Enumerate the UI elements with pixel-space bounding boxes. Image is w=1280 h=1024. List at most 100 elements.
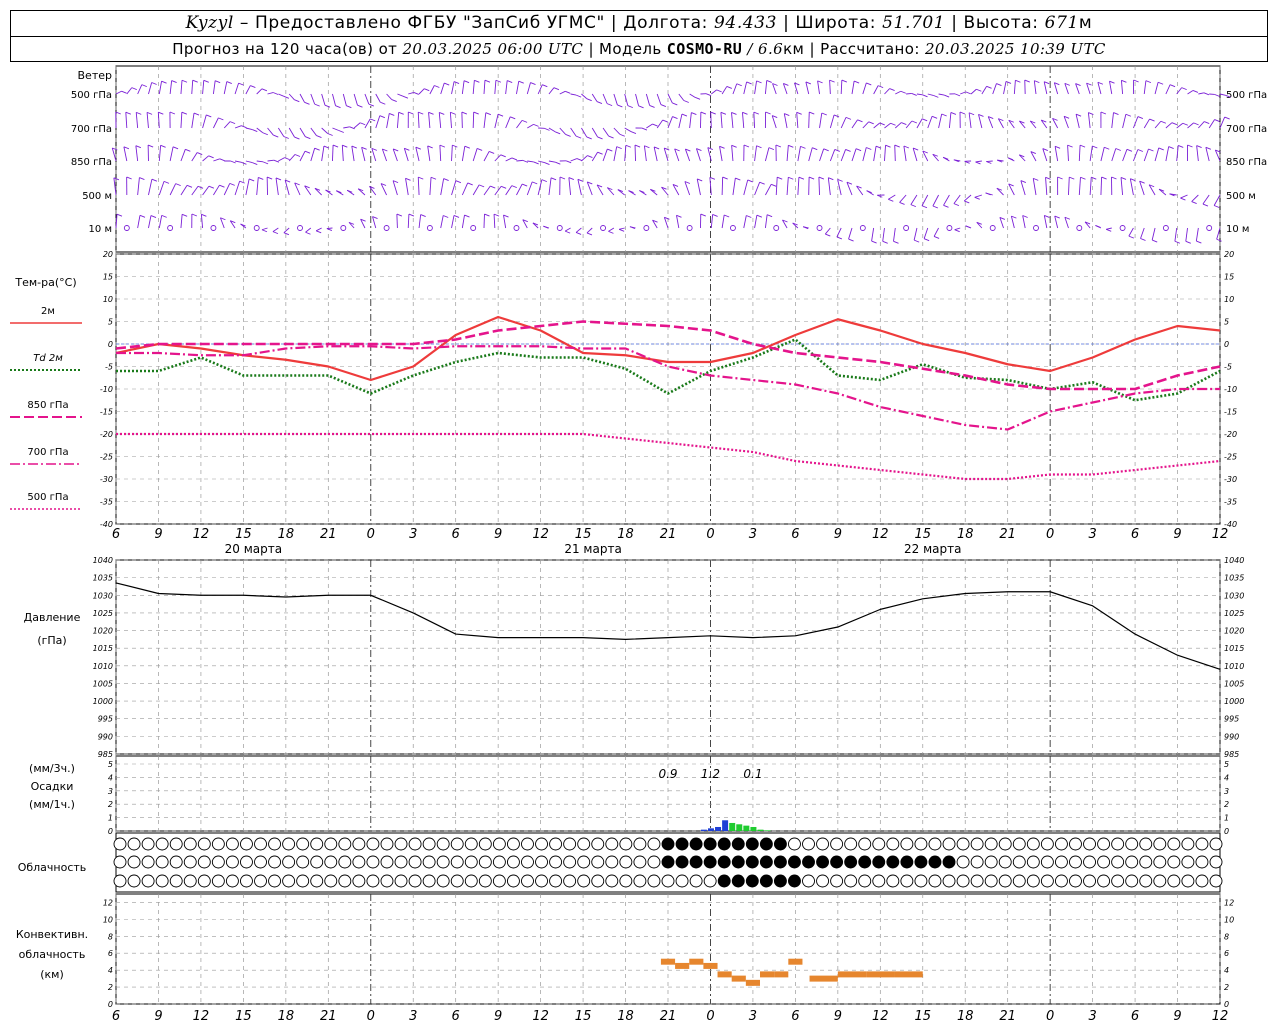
- cloud-cover-circle: [324, 874, 338, 888]
- precip-y-tick-left: 0: [108, 827, 113, 836]
- wind-barb-flag: [894, 144, 900, 148]
- wind-barb: [245, 85, 251, 95]
- wind-barb-flag: [976, 88, 982, 92]
- wind-barb: [483, 185, 491, 196]
- wind-barb: [884, 88, 890, 95]
- cloud-cover-circle: [506, 837, 520, 851]
- wind-barb-flag: [941, 113, 947, 117]
- wind-barb: [829, 114, 835, 129]
- wind-barb-flag: [586, 98, 592, 102]
- conv-y-tick-right: 0: [1224, 1000, 1229, 1009]
- precip-bar: [715, 826, 722, 831]
- wind-barb: [1042, 148, 1048, 162]
- wind-barb-flag: [229, 182, 235, 186]
- wind-barb: [1191, 194, 1199, 202]
- wind-barb-flag: [1149, 118, 1155, 122]
- cloud-cover-circle: [703, 837, 717, 851]
- temp-y-tick-right: 15: [1224, 273, 1234, 282]
- wind-barb: [1033, 80, 1037, 95]
- wind-barb: [213, 117, 219, 129]
- wind-barb: [731, 145, 734, 162]
- wind-barb-flag: [855, 148, 862, 152]
- wind-barb-flag: [1192, 90, 1199, 93]
- wind-barb-flag: [316, 135, 322, 138]
- wind-barb-flag: [586, 232, 593, 236]
- wind-barb: [1154, 82, 1159, 95]
- wind-barb: [158, 81, 163, 95]
- cloud-cover-circle: [830, 874, 844, 888]
- wind-barb-flag: [294, 136, 300, 140]
- cloud-cover-circle: [492, 874, 506, 888]
- wind-barb: [765, 184, 772, 196]
- cloud-cover-circle: [549, 837, 563, 851]
- temp-x-tick: 12: [872, 527, 889, 542]
- wind-barb-flag: [150, 215, 157, 218]
- temp-x-tick: 15: [575, 527, 592, 542]
- wind-barb: [1106, 227, 1112, 230]
- wind-barb-flag: [250, 85, 256, 88]
- conv-cloud-bar: [894, 971, 923, 978]
- wind-calm-marker: [253, 225, 260, 231]
- temp-x-tick: 6: [1131, 527, 1139, 542]
- cloud-cover-circle: [422, 855, 436, 869]
- wind-barb: [689, 112, 692, 129]
- wind-barb-flag: [272, 92, 279, 95]
- cloud-cover-circle: [1153, 837, 1167, 851]
- wind-calm-marker: [903, 225, 910, 231]
- wind-barb: [1010, 216, 1015, 229]
- cloud-cover-circle: [240, 874, 253, 888]
- wind-barb: [764, 147, 770, 162]
- cloud-cover-circle: [970, 855, 984, 869]
- cloud-cover-circle: [872, 855, 886, 869]
- wind-barb: [1129, 178, 1134, 196]
- wind-barb-flag: [181, 213, 188, 217]
- wind-barb-flag: [241, 125, 247, 129]
- wind-barb-flag: [314, 103, 320, 107]
- precip-bar: [707, 828, 714, 831]
- wind-barb: [180, 149, 186, 162]
- wind-barb: [403, 148, 409, 162]
- wind-barb-flag: [405, 177, 411, 181]
- wind-barb: [449, 112, 452, 129]
- wind-barb: [742, 112, 745, 129]
- wind-barb: [559, 90, 566, 95]
- cloud-cover-circle: [1069, 837, 1082, 851]
- wind-barb: [653, 146, 658, 162]
- wind-barb: [527, 160, 534, 163]
- wind-barb: [277, 127, 285, 137]
- wind-barb: [417, 177, 420, 196]
- temp-y-tick-left: 20: [103, 250, 113, 259]
- precip-title: Осадки: [31, 780, 74, 793]
- cloud-cover-circle: [211, 874, 225, 888]
- wind-barb: [440, 178, 445, 196]
- wind-barb-flag: [522, 159, 529, 163]
- wind-barb-flag: [1168, 146, 1174, 150]
- wind-barb: [827, 177, 831, 196]
- precip-annotation: 0.1: [743, 767, 762, 781]
- cloud-cover-circle: [773, 837, 787, 851]
- wind-barb-flag: [203, 79, 209, 83]
- precip-y-tick-right: 0: [1224, 827, 1229, 836]
- wind-barb-flag: [186, 184, 193, 188]
- wind-barb: [169, 80, 173, 95]
- wind-barb-flag: [1202, 203, 1209, 207]
- cloud-cover-circle: [254, 874, 267, 888]
- wind-calm-marker: [773, 225, 780, 231]
- wind-barb-flag: [736, 83, 742, 87]
- wind-barb: [223, 81, 228, 95]
- wind-barb: [1165, 122, 1173, 129]
- wind-barb-flag: [768, 147, 775, 151]
- wind-barb-flag: [500, 185, 507, 189]
- pressure-y-tick-left: 1030: [93, 591, 113, 600]
- wind-barb: [570, 127, 577, 137]
- cloud-cover-circle: [1181, 837, 1195, 851]
- wind-barb: [483, 80, 486, 95]
- wind-barb-flag: [476, 148, 483, 151]
- cloud-cover-circle: [310, 855, 324, 869]
- wind-barb: [343, 126, 350, 129]
- temp-x-tick: 6: [452, 527, 460, 542]
- cloud-cover-circle: [1125, 874, 1139, 888]
- wind-barb: [613, 93, 618, 106]
- wind-barb-flag: [305, 136, 311, 140]
- cloud-cover-circle: [577, 874, 591, 888]
